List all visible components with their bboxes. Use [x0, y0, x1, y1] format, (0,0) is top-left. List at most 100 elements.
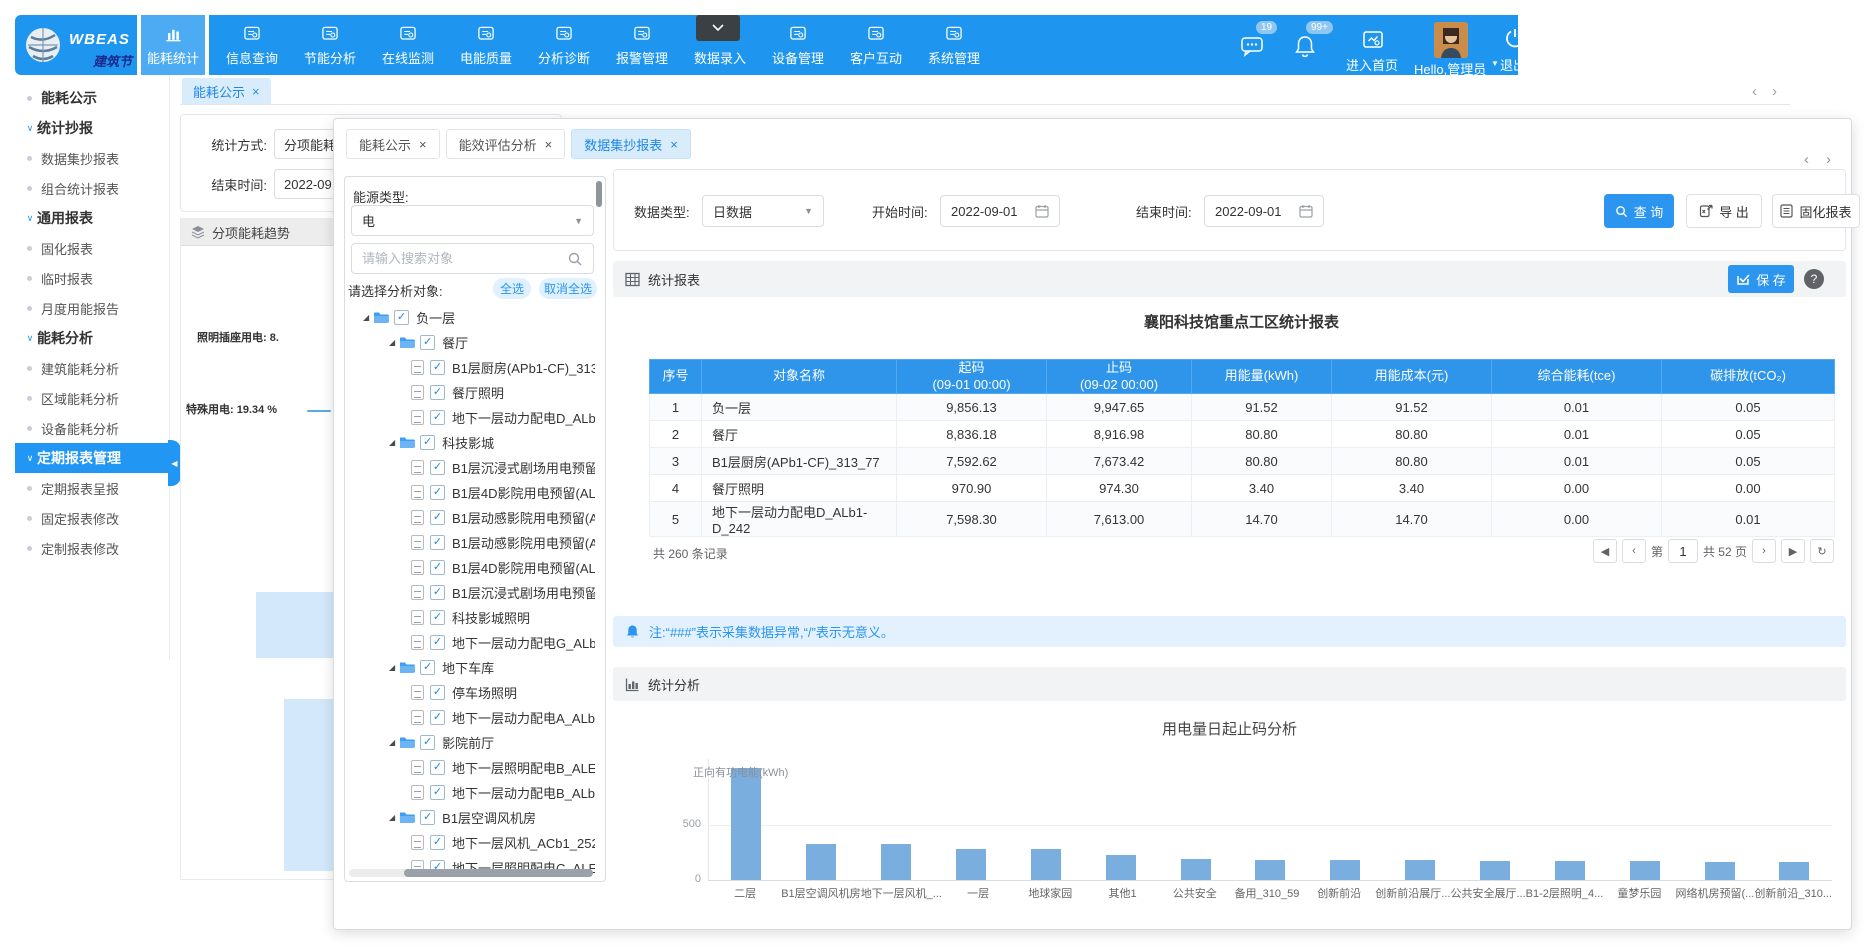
tree-node[interactable]: ✓地下一层风机_ACb1_252: [349, 830, 595, 855]
bar[interactable]: [1779, 862, 1809, 880]
tree-node[interactable]: ✓地下一层动力配电A_ALb1-A_266: [349, 705, 595, 730]
checkbox-checked[interactable]: ✓: [420, 735, 435, 750]
vertical-scrollbar[interactable]: [596, 181, 602, 207]
checkbox-checked[interactable]: ✓: [420, 335, 435, 350]
checkbox-checked[interactable]: ✓: [430, 535, 445, 550]
checkbox-checked[interactable]: ✓: [420, 810, 435, 825]
avatar[interactable]: [1434, 22, 1468, 58]
bar[interactable]: [731, 768, 761, 880]
expand-icon[interactable]: ◢: [389, 738, 395, 747]
tree-node[interactable]: ✓地下一层动力配电D_ALb1-D_242: [349, 405, 595, 430]
save-button[interactable]: 保 存: [1728, 265, 1794, 293]
tree-node[interactable]: ✓B1层4D影院用电预留(ALb1-YY(4: [349, 555, 595, 580]
bar[interactable]: [1705, 862, 1735, 880]
refresh-icon[interactable]: ↻: [1810, 539, 1834, 563]
bar[interactable]: [1106, 855, 1136, 880]
tree-node[interactable]: ◢✓影院前厅: [349, 730, 595, 755]
tree-node[interactable]: ✓地下一层动力配电G_ALb1-G_269: [349, 630, 595, 655]
nav-menu-item[interactable]: 报警管理: [603, 15, 681, 75]
start-date-input[interactable]: 2022-09-01: [940, 195, 1060, 227]
help-icon[interactable]: ?: [1804, 269, 1824, 289]
power-icon[interactable]: [1504, 27, 1526, 49]
bar[interactable]: [1630, 861, 1660, 880]
tree-node[interactable]: ✓餐厅照明: [349, 380, 595, 405]
nav-menu-item[interactable]: 信息查询: [213, 15, 291, 75]
nav-menu-item[interactable]: 分析诊断: [525, 15, 603, 75]
content-tab[interactable]: 数据集抄报表 ×: [571, 129, 691, 159]
chevron-left-icon[interactable]: ‹: [1804, 151, 1809, 168]
table-row[interactable]: 2餐厅8,836.188,916.9880.8080.800.010.05: [650, 421, 1835, 448]
sidebar-item[interactable]: ∨ 区域能耗分析: [15, 383, 169, 413]
sidebar-item[interactable]: ∨ 设备能耗分析: [15, 413, 169, 443]
content-tab[interactable]: 能效评估分析 ×: [446, 129, 566, 159]
close-icon[interactable]: ×: [252, 84, 260, 99]
energy-type-select[interactable]: 电 ▼: [351, 205, 594, 236]
scrollbar-thumb[interactable]: [404, 869, 593, 877]
checkbox-checked[interactable]: ✓: [394, 310, 409, 325]
expand-icon[interactable]: ◢: [363, 313, 369, 322]
sidebar-item[interactable]: ∨ 定制报表修改: [15, 533, 169, 563]
select-all-button[interactable]: 全选: [493, 278, 531, 299]
sidebar-item[interactable]: ∨ 统计抄报: [15, 113, 169, 143]
checkbox-checked[interactable]: ✓: [430, 760, 445, 775]
tree-node[interactable]: ✓地下一层动力配电B_ALb1-B_267: [349, 780, 595, 805]
close-icon[interactable]: ×: [545, 137, 553, 152]
tree-node[interactable]: ✓B1层厨房(APb1-CF)_313_77: [349, 355, 595, 380]
bar[interactable]: [1480, 861, 1510, 880]
content-tab[interactable]: 能耗公示 ×: [346, 129, 440, 159]
bar[interactable]: [1181, 859, 1211, 880]
expand-icon[interactable]: ◢: [389, 663, 395, 672]
table-row[interactable]: 4餐厅照明970.90974.303.403.400.000.00: [650, 475, 1835, 502]
open-dropdown-indicator[interactable]: [696, 15, 740, 41]
tree-node[interactable]: ◢✓B1层空调风机房: [349, 805, 595, 830]
checkbox-checked[interactable]: ✓: [430, 835, 445, 850]
close-icon[interactable]: ×: [670, 137, 678, 152]
first-page-button[interactable]: ◀: [1593, 539, 1617, 563]
checkbox-checked[interactable]: ✓: [430, 410, 445, 425]
prev-page-button[interactable]: ‹: [1622, 539, 1646, 563]
bar[interactable]: [1330, 860, 1360, 880]
nav-menu-item[interactable]: 客户互动: [837, 15, 915, 75]
nav-menu-item[interactable]: 设备管理: [759, 15, 837, 75]
nav-menu-item[interactable]: 电能质量: [447, 15, 525, 75]
bar[interactable]: [956, 849, 986, 880]
sidebar-item[interactable]: ∨ 定期报表呈报: [15, 473, 169, 503]
message-icon[interactable]: [1240, 34, 1266, 58]
data-type-select[interactable]: 日数据▼: [702, 195, 824, 227]
checkbox-checked[interactable]: ✓: [430, 785, 445, 800]
checkbox-checked[interactable]: ✓: [430, 635, 445, 650]
deselect-all-button[interactable]: 取消全选: [539, 278, 597, 299]
tree-node[interactable]: ◢✓餐厅: [349, 330, 595, 355]
export-button[interactable]: 导 出: [1686, 194, 1762, 228]
tree-node[interactable]: ◢✓地下车库: [349, 655, 595, 680]
nav-menu-item[interactable]: 在线监测: [369, 15, 447, 75]
tab-energy-publicity[interactable]: 能耗公示 ×: [182, 78, 271, 104]
sidebar-item[interactable]: ∨ 能耗公示: [15, 83, 169, 113]
chevron-left-icon[interactable]: ‹: [1752, 83, 1757, 100]
bar[interactable]: [1555, 861, 1585, 880]
end-date-input[interactable]: 2022-09-01: [1204, 195, 1324, 227]
checkbox-checked[interactable]: ✓: [430, 385, 445, 400]
search-icon[interactable]: [567, 251, 583, 267]
tree-node[interactable]: ✓B1层动感影院用电预留(ALb1-YY: [349, 505, 595, 530]
checkbox-checked[interactable]: ✓: [430, 360, 445, 375]
expand-icon[interactable]: ◢: [389, 338, 395, 347]
sidebar-item[interactable]: ∨ 固定报表修改: [15, 503, 169, 533]
checkbox-checked[interactable]: ✓: [420, 660, 435, 675]
logout-link[interactable]: 退出: [1500, 55, 1526, 74]
sidebar-item[interactable]: ∨ 能耗分析: [15, 323, 169, 353]
bar[interactable]: [806, 844, 836, 880]
table-row[interactable]: 1负一层9,856.139,947.6591.5291.520.010.05: [650, 394, 1835, 421]
user-greeting[interactable]: Hello,管理员: [1414, 59, 1486, 78]
tree-node[interactable]: ✓B1层沉浸式剧场用电预留(ALb1-Y: [349, 580, 595, 605]
last-page-button[interactable]: ▶: [1781, 539, 1805, 563]
nav-menu-item[interactable]: 系统管理: [915, 15, 993, 75]
checkbox-checked[interactable]: ✓: [430, 685, 445, 700]
table-row[interactable]: 3B1层厨房(APb1-CF)_313_777,592.627,673.4280…: [650, 448, 1835, 475]
sidebar-item[interactable]: ∨ 建筑能耗分析: [15, 353, 169, 383]
close-icon[interactable]: ×: [419, 137, 427, 152]
bar[interactable]: [881, 844, 911, 880]
sidebar-item[interactable]: ∨ 固化报表: [15, 233, 169, 263]
tree-node[interactable]: ✓B1层动感影院用电预留(ALb1-YY: [349, 530, 595, 555]
checkbox-checked[interactable]: ✓: [420, 435, 435, 450]
